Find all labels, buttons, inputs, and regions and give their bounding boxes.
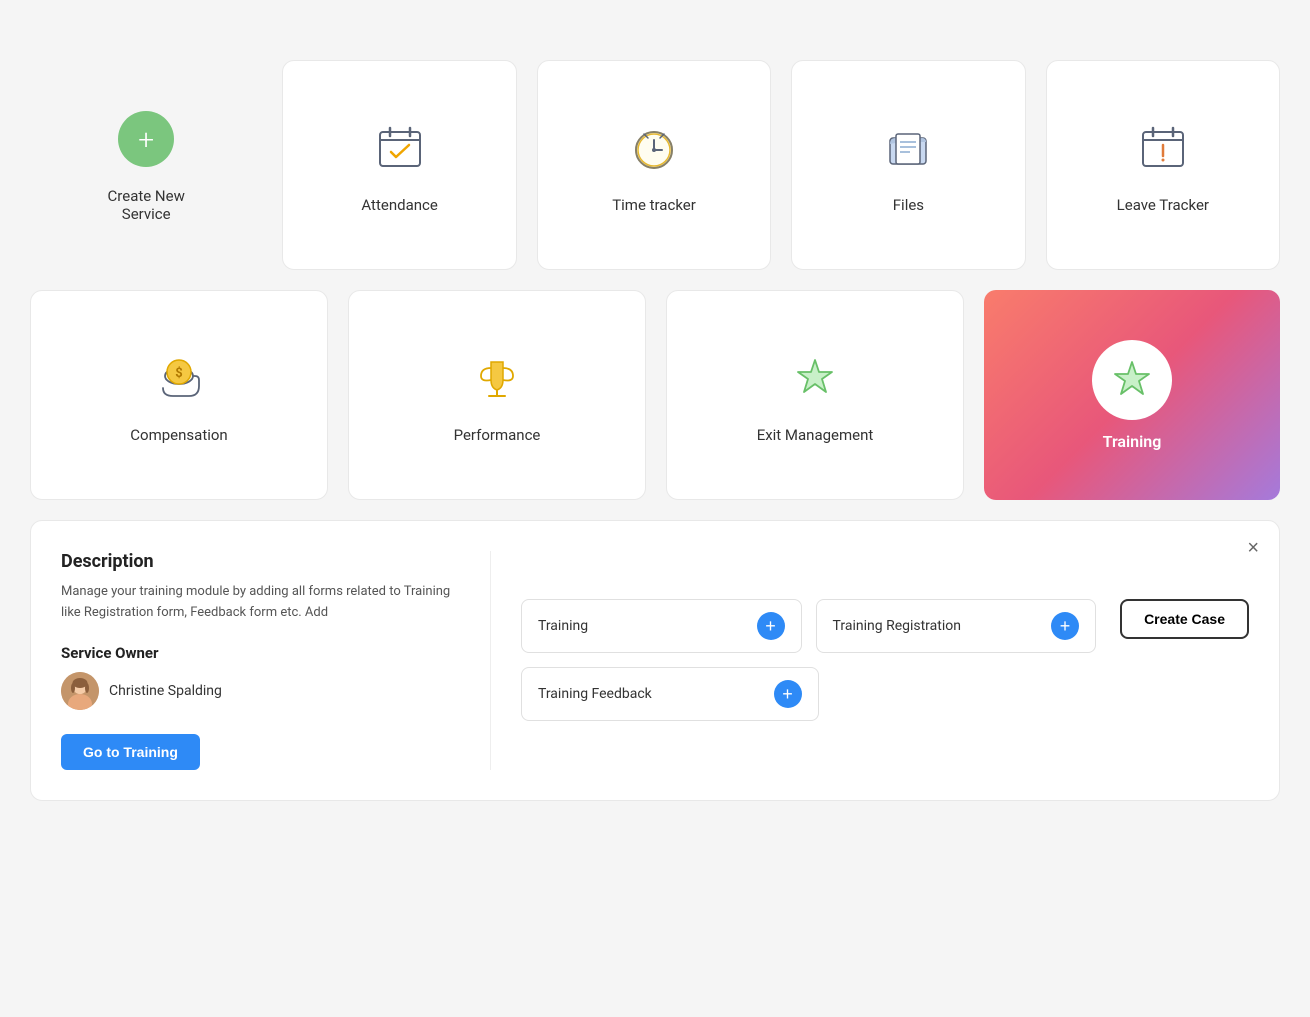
time-tracker-label: Time tracker (612, 196, 696, 214)
detail-description: Manage your training module by adding al… (61, 582, 460, 624)
card-training[interactable]: Training (984, 290, 1280, 500)
card-row-1: + Create New Service Attendance (30, 60, 1280, 270)
time-tracker-icon (622, 116, 686, 180)
training-form-label: Training (538, 618, 588, 634)
compensation-label: Compensation (130, 426, 227, 444)
forms-and-create: Training + Training Registration + Train… (521, 599, 1249, 721)
create-new-service-label: Create New Service (108, 187, 185, 223)
card-create-new-service[interactable]: + Create New Service (30, 60, 262, 270)
card-compensation[interactable]: $ Compensation (30, 290, 328, 500)
detail-title: Description (61, 551, 460, 572)
leave-tracker-icon (1131, 116, 1195, 180)
card-exit-management[interactable]: Exit Management (666, 290, 964, 500)
performance-label: Performance (454, 426, 541, 444)
training-registration-form-label: Training Registration (833, 618, 961, 634)
card-leave-tracker[interactable]: Leave Tracker (1046, 60, 1280, 270)
close-button[interactable]: × (1247, 537, 1259, 560)
card-row-2: $ Compensation Performance (30, 290, 1280, 500)
training-registration-form-item: Training Registration + (816, 599, 1097, 653)
files-icon (876, 116, 940, 180)
service-owner-label: Service Owner (61, 644, 460, 662)
training-icon-circle (1092, 340, 1172, 420)
forms-list: Training + Training Registration + Train… (521, 599, 1096, 721)
owner-row: Christine Spalding (61, 672, 460, 710)
main-grid: + Create New Service Attendance (30, 60, 1280, 801)
card-attendance[interactable]: Attendance (282, 60, 516, 270)
avatar (61, 672, 99, 710)
detail-right-section: Training + Training Registration + Train… (521, 551, 1249, 770)
create-case-button[interactable]: Create Case (1120, 599, 1249, 639)
compensation-icon: $ (147, 346, 211, 410)
training-feedback-form-item: Training Feedback + (521, 667, 819, 721)
training-form-item: Training + (521, 599, 802, 653)
files-label: Files (893, 196, 924, 214)
attendance-icon (368, 116, 432, 180)
plus-circle-icon: + (114, 107, 178, 171)
forms-row-2: Training Feedback + (521, 667, 1096, 721)
performance-icon (465, 346, 529, 410)
go-to-training-button[interactable]: Go to Training (61, 734, 200, 770)
exit-management-icon (783, 346, 847, 410)
leave-tracker-label: Leave Tracker (1117, 196, 1209, 214)
training-label: Training (1103, 432, 1162, 451)
detail-left-section: Description Manage your training module … (61, 551, 491, 770)
owner-name: Christine Spalding (109, 683, 222, 699)
training-feedback-add-button[interactable]: + (774, 680, 802, 708)
card-performance[interactable]: Performance (348, 290, 646, 500)
card-files[interactable]: Files (791, 60, 1025, 270)
attendance-label: Attendance (361, 196, 437, 214)
forms-row-1: Training + Training Registration + (521, 599, 1096, 653)
training-feedback-form-label: Training Feedback (538, 686, 652, 702)
exit-management-label: Exit Management (757, 426, 874, 444)
card-time-tracker[interactable]: Time tracker (537, 60, 771, 270)
detail-panel: × Description Manage your training modul… (30, 520, 1280, 801)
svg-text:$: $ (175, 366, 182, 381)
training-registration-add-button[interactable]: + (1051, 612, 1079, 640)
create-case-area: Create Case (1110, 599, 1249, 639)
training-form-add-button[interactable]: + (757, 612, 785, 640)
